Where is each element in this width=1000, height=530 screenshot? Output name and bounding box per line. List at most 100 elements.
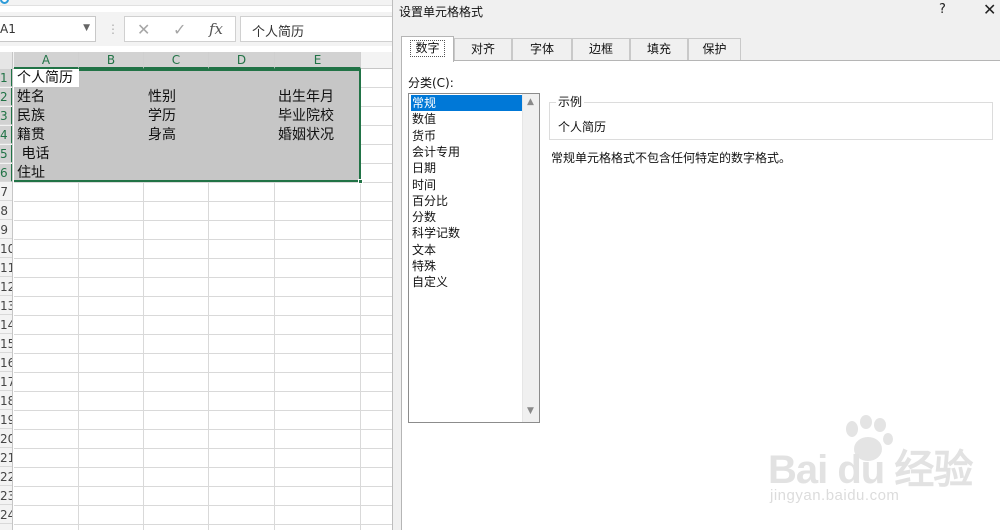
row-header-1[interactable]: 1 [0, 69, 12, 87]
category-item[interactable]: 货币 [411, 128, 522, 144]
cell-c4[interactable]: 身高 [145, 126, 176, 144]
row-header-12[interactable]: 12 [0, 278, 12, 296]
column-header-d[interactable]: D [209, 52, 275, 69]
scroll-down-icon[interactable]: ▼ [527, 406, 534, 416]
cell-a6[interactable]: 住址 [14, 164, 45, 182]
grid-line [14, 258, 392, 259]
row-header-23[interactable]: 23 [0, 487, 12, 505]
formula-bar-grip-icon: ⋮ [107, 22, 119, 36]
row-header-9[interactable]: 9 [0, 221, 12, 239]
tab-number[interactable]: 数字 [401, 36, 454, 62]
column-header-f[interactable] [361, 52, 392, 69]
category-item[interactable]: 常规 [411, 95, 522, 111]
row-header-13[interactable]: 13 [0, 297, 12, 315]
column-headers: A B C D E [0, 52, 392, 69]
cell-a1[interactable]: 个人简历 [14, 69, 73, 87]
name-box-value: A1 [0, 22, 16, 36]
close-icon[interactable]: ✕ [137, 20, 150, 39]
cell-a3[interactable]: 民族 [14, 107, 45, 125]
category-item[interactable]: 日期 [411, 160, 522, 176]
row-header-8[interactable]: 8 [0, 202, 12, 220]
category-scrollbar[interactable]: ▲ ▼ [522, 94, 539, 422]
row-header-11[interactable]: 11 [0, 259, 12, 277]
category-item[interactable]: 数值 [411, 111, 522, 127]
category-item[interactable]: 特殊 [411, 258, 522, 274]
row-header-5[interactable]: 5 [0, 145, 12, 163]
category-item[interactable]: 自定义 [411, 274, 522, 290]
cell-c3[interactable]: 学历 [145, 107, 176, 125]
cell-c2[interactable]: 性别 [145, 88, 176, 106]
grid-line [14, 448, 392, 449]
column-header-b[interactable]: B [79, 52, 144, 69]
row-header-4[interactable]: 4 [0, 126, 12, 144]
grid-line [14, 334, 392, 335]
grid-line [14, 220, 392, 221]
formula-input[interactable]: 个人简历 [240, 16, 392, 42]
grid-line [14, 201, 392, 202]
tab-font[interactable]: 字体 [512, 38, 572, 61]
column-header-e[interactable]: E [275, 52, 361, 69]
check-icon[interactable]: ✓ [173, 20, 186, 39]
row-header-20[interactable]: 20 [0, 430, 12, 448]
row-header-14[interactable]: 14 [0, 316, 12, 334]
category-list[interactable]: 常规 数值 货币 会计专用 日期 时间 百分比 分数 科学记数 文本 特殊 自定义 ▲ ▼ [408, 93, 540, 423]
grid-line [14, 410, 392, 411]
sample-group: 示例 个人简历 [549, 93, 993, 140]
category-item[interactable]: 文本 [411, 242, 522, 258]
name-box[interactable]: A1 ▼ [0, 16, 96, 42]
formula-value: 个人简历 [252, 25, 305, 40]
close-button[interactable]: ✕ [983, 0, 996, 19]
chevron-down-icon[interactable]: ▼ [83, 23, 90, 33]
row-header-16[interactable]: 16 [0, 354, 12, 372]
grid-line [14, 505, 392, 506]
category-item[interactable]: 时间 [411, 177, 522, 193]
cell-a4[interactable]: 籍贯 [14, 126, 45, 144]
row-header-19[interactable]: 19 [0, 411, 12, 429]
row-header-10[interactable]: 10 [0, 240, 12, 258]
row-header-17[interactable]: 17 [0, 373, 12, 391]
select-all-corner[interactable] [0, 52, 13, 69]
cell-e2[interactable]: 出生年月 [275, 88, 334, 106]
cell-e3[interactable]: 毕业院校 [275, 107, 334, 125]
cell-e4[interactable]: 婚姻状况 [275, 126, 334, 144]
grid-line [14, 239, 392, 240]
grid-line [14, 524, 392, 525]
row-header-22[interactable]: 22 [0, 468, 12, 486]
row-header-18[interactable]: 18 [0, 392, 12, 410]
row-headers: 123456789101112131415161718192021222324 [0, 69, 13, 530]
grid-line [14, 467, 392, 468]
grid-line [14, 353, 392, 354]
help-button[interactable]: ? [939, 2, 946, 17]
row-header-6[interactable]: 6 [0, 164, 12, 182]
cell-grid[interactable]: 个人简历 姓名 性别 出生年月 民族 学历 毕业院校 籍贯 身高 婚姻状况 电话… [14, 69, 392, 530]
row-header-3[interactable]: 3 [0, 107, 12, 125]
column-header-a[interactable]: A [14, 52, 79, 69]
row-header-7[interactable]: 7 [0, 183, 12, 201]
column-header-c[interactable]: C [144, 52, 209, 69]
formula-bar: A1 ▼ ⋮ ✕ ✓ fx 个人简历 [0, 12, 392, 46]
tab-fill[interactable]: 填充 [630, 38, 688, 61]
grid-line [14, 391, 392, 392]
tab-alignment[interactable]: 对齐 [454, 38, 512, 61]
fill-handle[interactable] [358, 179, 363, 184]
insert-function-button[interactable]: fx [209, 20, 223, 38]
category-item[interactable]: 会计专用 [411, 144, 522, 160]
grid-line [14, 296, 392, 297]
tab-border[interactable]: 边框 [572, 38, 630, 61]
grid-line [14, 315, 392, 316]
row-header-21[interactable]: 21 [0, 449, 12, 467]
tab-protection[interactable]: 保护 [688, 38, 741, 61]
grid-line [14, 372, 392, 373]
category-item[interactable]: 分数 [411, 209, 522, 225]
cell-a2[interactable]: 姓名 [14, 88, 45, 106]
scroll-up-icon[interactable]: ▲ [527, 97, 534, 107]
category-item[interactable]: 科学记数 [411, 225, 522, 241]
row-header-24[interactable]: 24 [0, 506, 12, 524]
dialog-title: 设置单元格格式 [399, 5, 484, 19]
title-strip [0, 0, 392, 6]
category-item[interactable]: 百分比 [411, 193, 522, 209]
row-header-2[interactable]: 2 [0, 88, 12, 106]
cell-a5[interactable]: 电话 [14, 145, 49, 163]
sample-label: 示例 [556, 93, 585, 110]
row-header-15[interactable]: 15 [0, 335, 12, 353]
